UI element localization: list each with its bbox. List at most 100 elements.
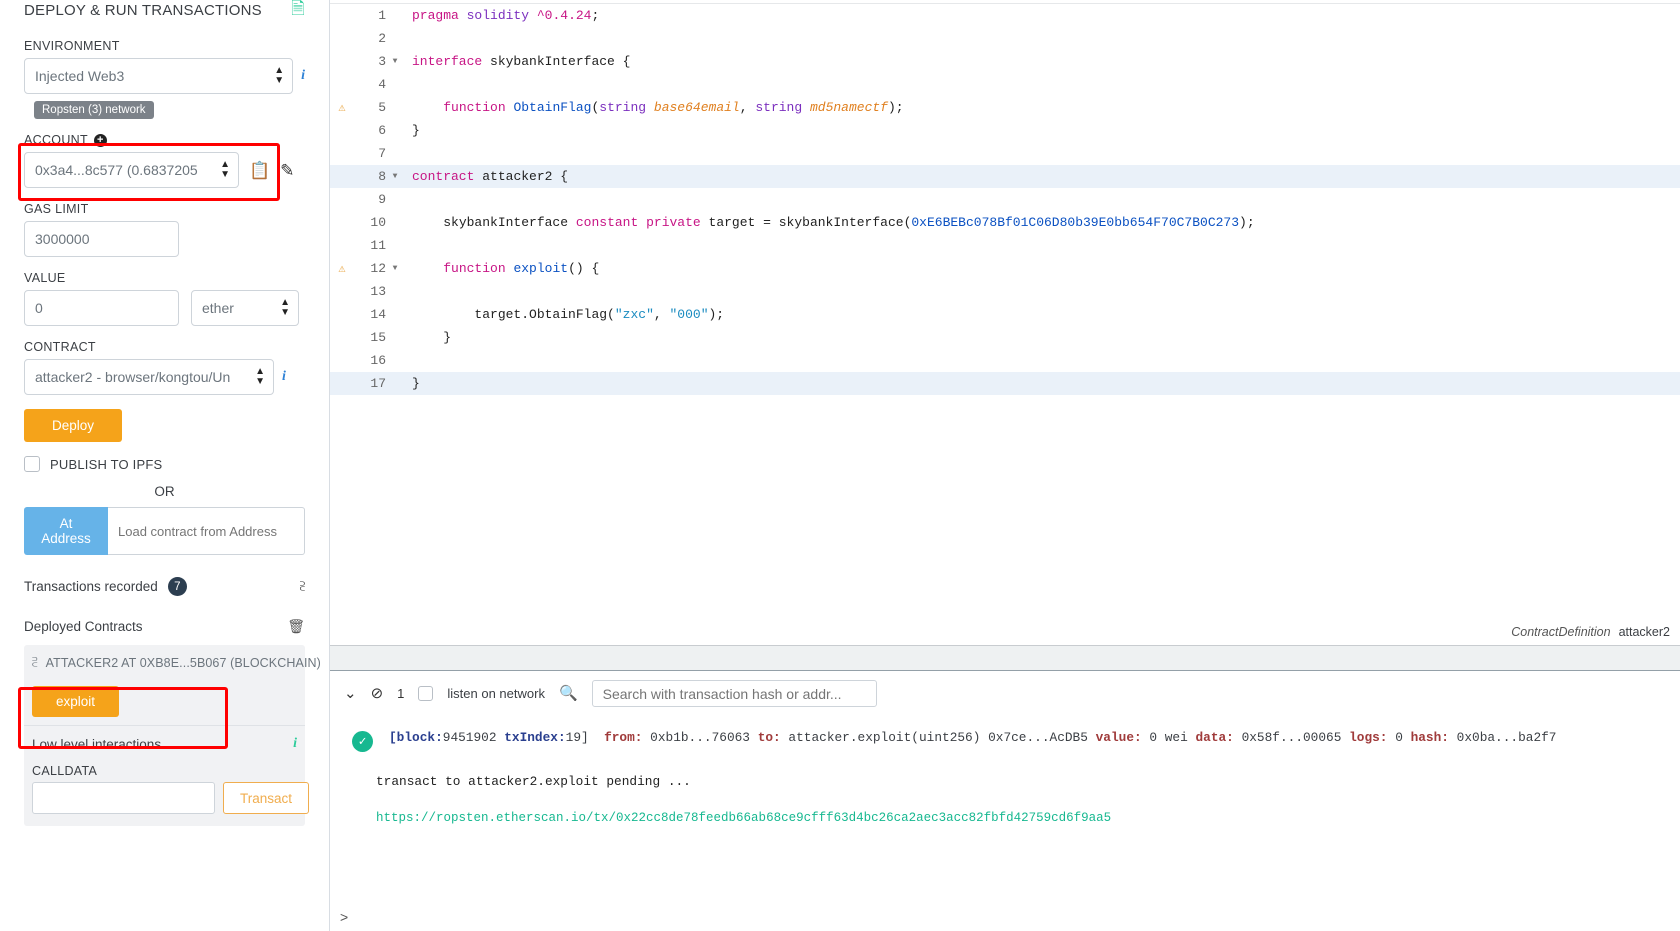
copy-icon[interactable]: 📋 (249, 162, 270, 179)
terminal-topbar (330, 646, 1680, 671)
fold-toggle-icon[interactable]: ▼ (388, 172, 402, 181)
deployed-contract-card: ⫔ ATTACKER2 AT 0XB8E...5B067 (BLOCKCHAIN… (24, 645, 321, 826)
code-line[interactable]: 15 } (330, 326, 1680, 349)
code-line[interactable]: 7 (330, 142, 1680, 165)
code-line[interactable]: 8 ▼ contract attacker2 { (330, 165, 1680, 188)
fold-toggle-icon[interactable]: ▼ (388, 57, 402, 66)
hash-value: 0x0ba...ba2f7 (1456, 730, 1557, 745)
chevron-down-icon[interactable]: ⫔ (32, 655, 38, 670)
line-number: 15 (370, 330, 386, 345)
contract-info-icon[interactable]: i (282, 369, 286, 385)
code-line[interactable]: 9 (330, 188, 1680, 211)
to-label: to: (757, 730, 781, 745)
account-label: ACCOUNT + (24, 133, 305, 147)
line-number: 9 (378, 192, 386, 207)
code-line[interactable]: 10 skybankInterface constant private tar… (330, 211, 1680, 234)
line-number: 6 (378, 123, 386, 138)
code-line[interactable]: 2 (330, 27, 1680, 50)
terminal-toolbar: ⌄ ⊘ 1 listen on network 🔍 (330, 671, 1680, 716)
search-icon[interactable]: 🔍 (559, 686, 578, 701)
line-number: 7 (378, 146, 386, 161)
value-label: VALUE (24, 271, 66, 285)
plus-icon[interactable]: + (93, 133, 107, 147)
code-line[interactable]: ⚠ 5 function ObtainFlag(string base64emai… (330, 96, 1680, 119)
warning-icon[interactable]: ⚠ (330, 261, 354, 276)
terminal-prompt[interactable]: > (340, 909, 348, 925)
low-level-info-icon[interactable]: i (293, 736, 297, 752)
code-editor: 1 pragma solidity ^0.4.24; 2 3 ▼ interface sk… (330, 0, 1680, 645)
exploit-button[interactable]: exploit (32, 686, 120, 717)
fold-toggle-icon[interactable]: ▼ (388, 264, 402, 273)
line-number: 10 (370, 215, 386, 230)
double-chevron-down-icon[interactable]: ⌄ (344, 686, 357, 701)
terminal-panel: ⌄ ⊘ 1 listen on network 🔍 ✓ [block:94519… (330, 645, 1680, 931)
deploy-button[interactable]: Deploy (24, 409, 123, 442)
low-level-label: Low level interactions (32, 736, 162, 752)
logs-value: 0 (1395, 730, 1403, 745)
code-line[interactable]: 14 target.ObtainFlag("zxc", "000"); (330, 303, 1680, 326)
value-input[interactable] (24, 290, 179, 326)
code-line[interactable]: 13 (330, 280, 1680, 303)
account-label-text: ACCOUNT (24, 133, 88, 147)
at-address-input[interactable] (108, 507, 305, 555)
code-line[interactable]: 3 ▼ interface skybankInterface { (330, 50, 1680, 73)
publish-ipfs-row[interactable]: PUBLISH TO IPFS (24, 456, 305, 472)
contract-select[interactable]: attacker2 - browser/kongtou/Un ▲ ▼ (24, 359, 274, 395)
account-value: 0x3a4...8c577 (0.6837205 (35, 162, 198, 178)
environment-value: Injected Web3 (35, 68, 125, 84)
code-line[interactable]: 16 (330, 349, 1680, 372)
listen-on-network-checkbox[interactable] (418, 686, 434, 701)
code-line[interactable]: 4 (330, 73, 1680, 96)
environment-select[interactable]: Injected Web3 ▲ ▼ (24, 58, 294, 94)
code-line[interactable]: 17} (330, 372, 1680, 395)
calldata-input[interactable] (32, 782, 215, 814)
gas-limit-input[interactable] (24, 221, 179, 257)
code-content[interactable]: 1 pragma solidity ^0.4.24; 2 3 ▼ interface sk… (330, 4, 1680, 395)
deployed-contract-header[interactable]: ⫔ ATTACKER2 AT 0XB8E...5B067 (BLOCKCHAIN… (24, 653, 321, 680)
account-row: 0x3a4...8c577 (0.6837205 ▲ ▼ 📋 ✎ (24, 152, 305, 188)
at-address-button[interactable]: At Address (24, 507, 108, 555)
environment-label: ENVIRONMENT (24, 39, 120, 53)
transactions-recorded-row[interactable]: Transactions recorded 7 ⫔ (24, 577, 305, 596)
gas-limit-label: GAS LIMIT (24, 202, 89, 216)
transaction-log-row[interactable]: ✓ [block:9451902 txIndex:19] from: 0xb1b… (352, 730, 1680, 752)
txindex-label: txIndex: (504, 730, 566, 745)
publish-ipfs-checkbox[interactable] (24, 456, 40, 472)
code-line[interactable]: 1 pragma solidity ^0.4.24; (330, 4, 1680, 27)
code-line[interactable]: ⚠ 12 ▼ function exploit() { (330, 257, 1680, 280)
panel-title: DEPLOY & RUN TRANSACTIONS (24, 2, 262, 19)
value-unit-select[interactable]: ether ▲ ▼ (191, 290, 299, 326)
hash-label: hash: (1410, 730, 1449, 745)
account-select[interactable]: 0x3a4...8c577 (0.6837205 ▲ ▼ (24, 152, 239, 188)
calldata-row: Transact (24, 782, 310, 826)
document-icon[interactable]: 🗎 (291, 0, 305, 25)
ban-icon[interactable]: ⊘ (371, 686, 384, 701)
transact-button[interactable]: Transact (223, 782, 310, 814)
publish-ipfs-label: PUBLISH TO IPFS (50, 456, 163, 472)
listen-on-network-label: listen on network (447, 686, 545, 701)
line-number: 17 (370, 376, 386, 391)
code-line[interactable]: 11 (330, 234, 1680, 257)
chevron-updown-icon: ▲ ▼ (274, 65, 285, 86)
etherscan-link[interactable]: https://ropsten.etherscan.io/tx/0x22cc8d… (376, 811, 1680, 825)
terminal-search-input[interactable] (591, 680, 877, 707)
environment-info-icon[interactable]: i (301, 68, 305, 84)
logs-label: logs: (1349, 730, 1388, 745)
chevron-down-icon[interactable]: ⫔ (300, 579, 305, 594)
or-divider: OR (154, 484, 175, 499)
transactions-recorded-count: 7 (167, 577, 187, 596)
code-text: function exploit() { (443, 261, 600, 276)
edit-icon[interactable]: ✎ (280, 162, 294, 179)
line-number: 12 (370, 261, 386, 276)
line-number: 5 (378, 100, 386, 115)
data-label: data: (1195, 730, 1234, 745)
code-text: function ObtainFlag(string base64email, … (443, 100, 904, 115)
editor-status-type: ContractDefinition (1511, 625, 1611, 639)
editor-status-name: attacker2 (1618, 625, 1670, 639)
code-line[interactable]: 6} (330, 119, 1680, 142)
transactions-recorded-label: Transactions recorded (24, 579, 158, 594)
warning-icon[interactable]: ⚠ (330, 100, 354, 115)
code-text: target.ObtainFlag("zxc", "000"); (474, 307, 725, 322)
line-number: 3 (378, 54, 386, 69)
trash-icon[interactable]: 🗑 (287, 618, 305, 635)
